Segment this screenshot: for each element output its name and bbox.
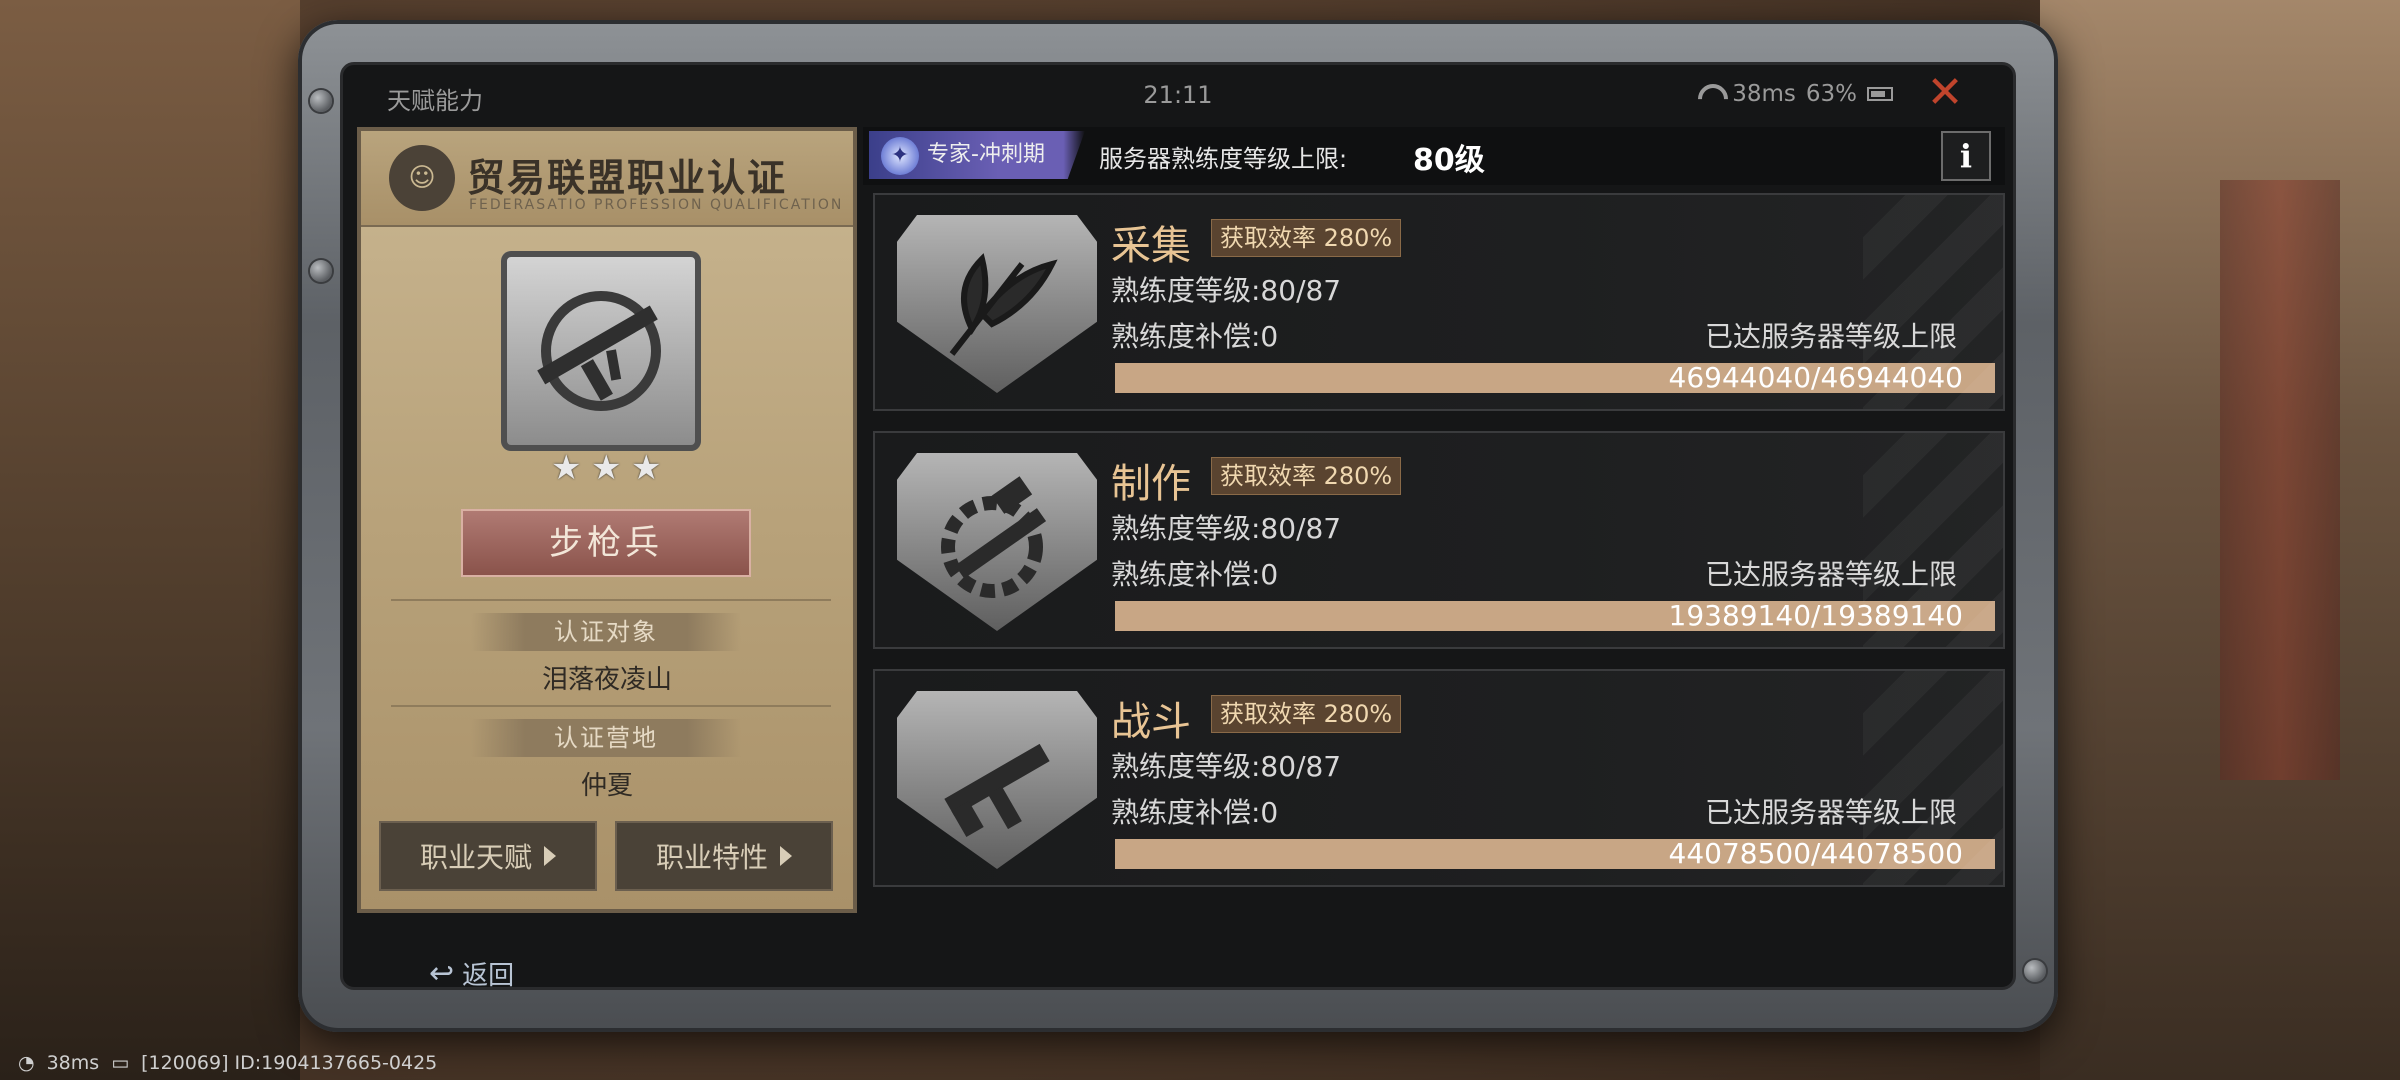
rifle-emblem-icon [501,251,701,451]
skill-card-combat: 战斗 获取效率 280% 熟练度等级:80/87 熟练度补偿:0 已达服务器等级… [873,669,2005,887]
info-button[interactable]: i [1941,131,1991,181]
trait-button-label: 职业特性 [655,841,768,874]
crafting-gear-hammer-icon [897,453,1097,631]
skill-compensation: 熟练度补偿:0 [1111,796,1279,829]
progress-fill [1115,601,1995,631]
cert-header: ☺ 贸易联盟职业认证 FEDERASATIO PROFESSION QUALIF… [361,131,853,227]
battery-icon: ▭ [111,1052,130,1074]
tablet-frame: 天赋能力 21:11 38ms 63% ✕ ☺ 贸易联盟职业认证 FEDERAS… [298,20,2058,1032]
progress-text: 19389140/19389140 [1668,599,1963,632]
skill-name: 制作 [1111,461,1191,507]
status-bar: 天赋能力 21:11 38ms 63% ✕ [343,65,2013,125]
progress-bar [1115,363,1995,393]
star-icon: ★ [551,448,582,488]
skill-cap-status: 已达服务器等级上限 [1704,796,1957,829]
footer-info: [120069] ID:1904137665-0425 [141,1052,438,1074]
progress-text: 46944040/46944040 [1668,361,1963,394]
tier-star-icon: ✦ [881,137,919,175]
star-icon: ★ [591,448,622,488]
skill-name: 战斗 [1111,699,1191,745]
tier-label: 专家-冲刺期 [927,142,1045,167]
back-label: 返回 [462,961,515,990]
divider [391,599,831,601]
back-button[interactable]: ↩ 返回 [429,955,515,990]
clock: 21:11 [1143,81,1213,109]
certification-card: ☺ 贸易联盟职业认证 FEDERASATIO PROFESSION QUALIF… [357,127,857,913]
tablet-screen: 天赋能力 21:11 38ms 63% ✕ ☺ 贸易联盟职业认证 FEDERAS… [340,62,2016,990]
skill-cap-status: 已达服务器等级上限 [1704,558,1957,591]
gathering-leaf-icon [897,215,1097,393]
footer-ping: 38ms [46,1052,100,1074]
skill-compensation: 熟练度补偿:0 [1111,320,1279,353]
target-label: 认证对象 [471,613,741,651]
talent-button-label: 职业天赋 [419,841,532,874]
skill-card-crafting: 制作 获取效率 280% 熟练度等级:80/87 熟练度补偿:0 已达服务器等级… [873,431,2005,649]
arrow-right-icon [544,846,556,866]
efficiency-badge: 获取效率 280% [1211,695,1402,733]
efficiency-badge: 获取效率 280% [1211,457,1402,495]
back-arrow-icon: ↩ [429,956,455,990]
background-post [2220,180,2340,780]
divider [391,705,831,707]
mascot-logo-icon: ☺ [389,145,455,211]
screw-icon [310,260,332,282]
progress-bar [1115,601,1995,631]
limit-value: 80级 [1413,143,1485,178]
wifi-icon [1696,84,1722,104]
progress-fill [1115,839,1995,869]
battery-icon [1867,87,1893,101]
talent-button[interactable]: 职业天赋 [379,821,597,891]
target-value: 泪落夜凌山 [541,665,672,695]
limit-label: 服务器熟练度等级上限: [1099,145,1348,173]
background-left [0,0,300,1080]
skill-level: 熟练度等级:80/87 [1111,512,1342,545]
debug-footer: ◔ 38ms ▭ [120069] ID:1904137665-0425 [18,1052,437,1074]
skill-cap-status: 已达服务器等级上限 [1704,320,1957,353]
status-indicators: 38ms 63% [1696,81,1893,107]
camp-label: 认证营地 [471,719,741,757]
skill-level: 熟练度等级:80/87 [1111,274,1342,307]
star-icon: ★ [631,448,662,488]
progress-fill [1115,363,1995,393]
battery-text: 63% [1805,81,1857,107]
rank-stars: ★ ★ ★ [543,451,673,491]
progress-bar [1115,839,1995,869]
skill-card-gathering: 采集 获取效率 280% 熟练度等级:80/87 熟练度补偿:0 已达服务器等级… [873,193,2005,411]
combat-smg-icon [897,691,1097,869]
close-icon: ✕ [1926,67,1964,118]
server-limit-bar: ✦ 专家-冲刺期 服务器熟练度等级上限: 80级 i [863,127,2005,185]
wifi-icon: ◔ [18,1052,35,1074]
trait-button[interactable]: 职业特性 [615,821,833,891]
close-button[interactable]: ✕ [1923,71,1967,117]
screw-icon [2024,960,2046,982]
progress-text: 44078500/44078500 [1668,837,1963,870]
tier-badge: ✦ 专家-冲刺期 [869,131,1085,179]
cert-subtitle: FEDERASATIO PROFESSION QUALIFICATION [469,197,844,213]
skill-name: 采集 [1111,223,1191,269]
skill-level: 熟练度等级:80/87 [1111,750,1342,783]
skill-compensation: 熟练度补偿:0 [1111,558,1279,591]
arrow-right-icon [780,846,792,866]
window-title: 天赋能力 [387,87,483,115]
efficiency-badge: 获取效率 280% [1211,219,1402,257]
class-name: 步枪兵 [461,509,751,577]
ping-text: 38ms [1732,81,1796,107]
camp-value: 仲夏 [580,771,633,801]
rifle-icon [537,291,661,411]
cert-title: 贸易联盟职业认证 [467,156,788,200]
screw-icon [310,90,332,112]
